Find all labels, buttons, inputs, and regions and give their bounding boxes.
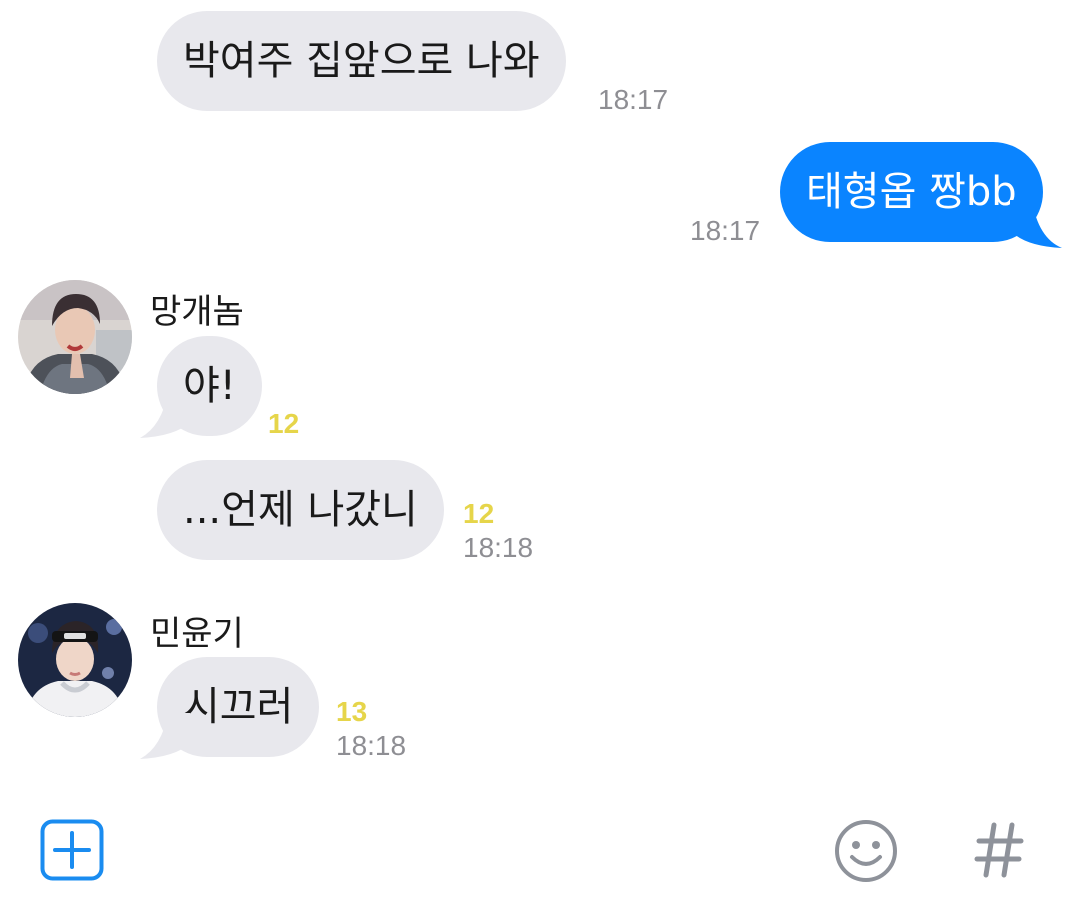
avatar[interactable] [18, 603, 132, 717]
sender-name: 망개놈 [150, 292, 244, 332]
message-timestamp: 18:18 [463, 532, 534, 563]
message-bubble[interactable]: ...언제 나갔니 [157, 460, 444, 560]
sender-name: 민윤기 [150, 614, 244, 654]
message-text: 박여주 집앞으로 나와 [183, 38, 540, 84]
hashtag-icon [974, 822, 1024, 878]
message-bubble-outgoing[interactable]: 태형옵 짱bb [780, 142, 1043, 242]
unread-count: 13 [336, 696, 368, 727]
avatar[interactable] [18, 280, 132, 394]
jimin-avatar-icon [18, 280, 132, 394]
message-timestamp: 18:17 [598, 84, 669, 115]
message-bubble[interactable]: 박여주 집앞으로 나와 [157, 11, 566, 111]
plus-square-icon [40, 819, 104, 881]
unread-count: 12 [268, 408, 300, 439]
message-text: 시끄러 [183, 684, 294, 730]
message-text: ...언제 나갔니 [183, 487, 418, 533]
message-text: 태형옵 짱bb [806, 169, 1017, 215]
message-text: 야! [183, 363, 236, 409]
message-timestamp: 18:17 [690, 215, 761, 246]
smiley-icon [835, 820, 897, 882]
yoongi-avatar-icon [18, 603, 132, 717]
chat-screen: 박여주 집앞으로 나와 18:17 태형옵 짱bb 18:17 망개놈 야! 1… [0, 0, 1080, 922]
unread-count: 12 [463, 498, 495, 529]
emoji-button[interactable] [834, 819, 898, 883]
hashtag-button[interactable] [974, 822, 1024, 878]
bubble-tail [140, 713, 190, 759]
message-timestamp: 18:18 [336, 730, 407, 761]
bubble-tail [140, 392, 190, 438]
attach-button[interactable] [40, 819, 104, 881]
bubble-tail [1010, 200, 1062, 248]
